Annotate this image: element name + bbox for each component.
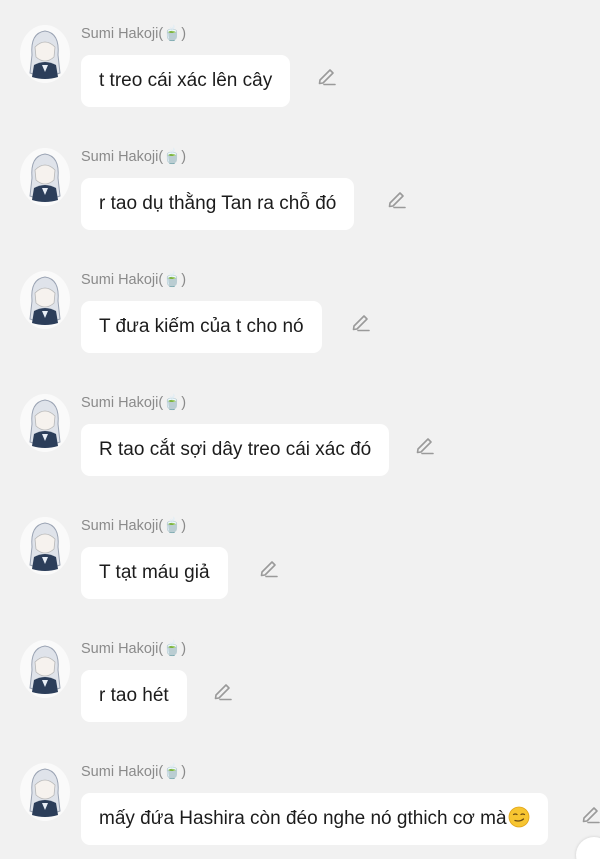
message-bubble[interactable]: mấy đứa Hashira còn đéo nghe nó gthich c… <box>81 793 548 845</box>
pencil-icon[interactable] <box>212 680 234 702</box>
anime-avatar-icon <box>29 522 61 571</box>
message-bubble[interactable]: T tạt máu giả <box>81 547 228 599</box>
chat-message: Sumi Hakoji(🍵) r tao dụ thằng Tan ra chỗ… <box>0 148 600 258</box>
avatar[interactable] <box>20 640 70 698</box>
chat-message: Sumi Hakoji(🍵) mấy đứa Hashira còn đéo n… <box>0 763 600 859</box>
message-bubble[interactable]: r tao dụ thằng Tan ra chỗ đó <box>81 178 355 230</box>
avatar[interactable] <box>20 148 70 206</box>
smirking-face-emoji <box>508 806 529 828</box>
message-text: r tao hét <box>99 685 169 706</box>
avatar[interactable] <box>20 25 70 83</box>
avatar[interactable] <box>20 517 70 575</box>
message-bubble[interactable]: R tao cắt sợi dây treo cái xác đó <box>81 424 390 476</box>
pencil-icon[interactable] <box>350 311 372 333</box>
anime-avatar-icon <box>29 399 61 448</box>
sender-name: Sumi Hakoji(🍵) <box>81 149 187 165</box>
anime-avatar-icon <box>29 30 61 79</box>
pencil-icon[interactable] <box>386 188 408 210</box>
sender-name: Sumi Hakoji(🍵) <box>81 641 187 657</box>
sender-name: Sumi Hakoji(🍵) <box>81 26 187 42</box>
message-bubble[interactable]: T đưa kiếm của t cho nó <box>81 301 322 353</box>
message-bubble[interactable]: r tao hét <box>81 670 187 722</box>
avatar[interactable] <box>20 763 70 821</box>
message-text: T đưa kiếm của t cho nó <box>99 316 304 337</box>
sender-name: Sumi Hakoji(🍵) <box>81 518 187 534</box>
chat-message: Sumi Hakoji(🍵) T tạt máu giả <box>0 517 600 627</box>
anime-avatar-icon <box>29 768 61 817</box>
message-text: T tạt máu giả <box>99 562 210 583</box>
pencil-icon[interactable] <box>414 434 436 456</box>
pencil-icon[interactable] <box>258 557 280 579</box>
message-text: R tao cắt sợi dây treo cái xác đó <box>99 439 372 460</box>
message-text: r tao dụ thằng Tan ra chỗ đó <box>99 193 337 214</box>
message-text: t treo cái xác lên cây <box>99 70 273 91</box>
chat-message: Sumi Hakoji(🍵) R tao cắt sợi dây treo cá… <box>0 394 600 504</box>
message-bubble[interactable]: t treo cái xác lên cây <box>81 55 291 107</box>
avatar[interactable] <box>20 271 70 329</box>
anime-avatar-icon <box>29 153 61 202</box>
pencil-icon[interactable] <box>580 803 600 825</box>
chat-message: Sumi Hakoji(🍵) T đưa kiếm của t cho nó <box>0 271 600 381</box>
avatar[interactable] <box>20 394 70 452</box>
sender-name: Sumi Hakoji(🍵) <box>81 272 187 288</box>
chat-message: Sumi Hakoji(🍵) r tao hét <box>0 640 600 750</box>
anime-avatar-icon <box>29 645 61 694</box>
message-text: mấy đứa Hashira còn đéo nghe nó gthich c… <box>99 808 507 829</box>
sender-name: Sumi Hakoji(🍵) <box>81 764 187 780</box>
anime-avatar-icon <box>29 276 61 325</box>
pencil-icon[interactable] <box>316 65 338 87</box>
sender-name: Sumi Hakoji(🍵) <box>81 395 187 411</box>
chat-message: Sumi Hakoji(🍵) t treo cái xác lên cây <box>0 25 600 135</box>
chat-panel: Sumi Hakoji(🍵) t treo cái xác lên cây Su… <box>0 0 600 859</box>
